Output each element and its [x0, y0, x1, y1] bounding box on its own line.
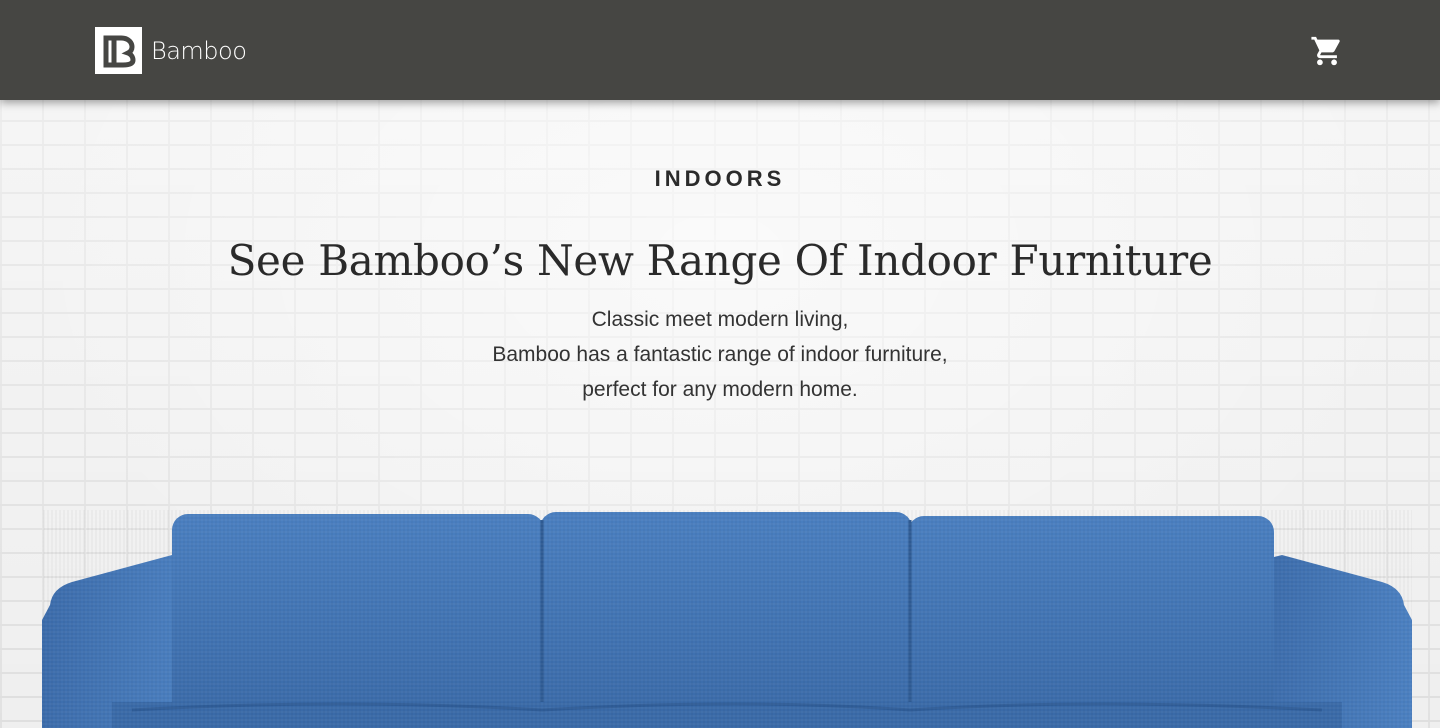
shopping-cart-icon[interactable] [1310, 34, 1344, 68]
brand-logo[interactable]: Bamboo [95, 27, 247, 74]
hero-kicker: INDOORS [654, 166, 786, 191]
top-navbar: Bamboo [0, 0, 1440, 100]
hero-description-line: Classic meet modern living, [591, 308, 849, 331]
brand-name: Bamboo [151, 36, 247, 65]
hero-description-line: perfect for any modern home. [582, 378, 858, 401]
hero-headline: See Bamboo’s New Range Of Indoor Furnitu… [227, 236, 1213, 285]
hero-description-line: Bamboo has a fantastic range of indoor f… [492, 343, 948, 366]
bamboo-b-logo-icon [95, 27, 142, 74]
blue-sofa-image [42, 510, 1412, 728]
hero-description: Classic meet modern living, Bamboo has a… [0, 302, 1440, 407]
